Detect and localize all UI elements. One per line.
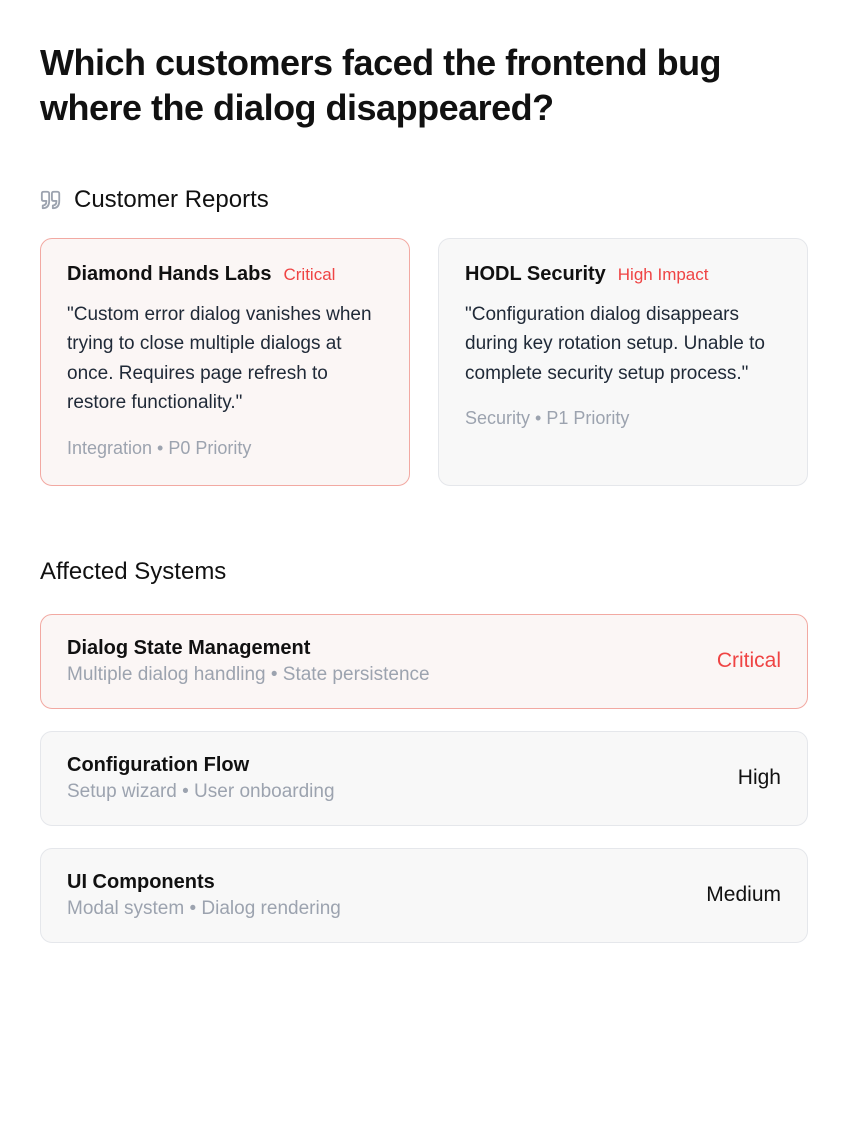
report-quote: "Custom error dialog vanishes when tryin… — [67, 300, 383, 418]
customer-report-card: Diamond Hands Labs Critical "Custom erro… — [40, 238, 410, 486]
report-quote: "Configuration dialog disappears during … — [465, 300, 781, 388]
system-sub: Modal system • Dialog rendering — [67, 898, 686, 920]
system-sub: Setup wizard • User onboarding — [67, 781, 718, 803]
customer-reports-grid: Diamond Hands Labs Critical "Custom erro… — [40, 238, 808, 486]
system-name: UI Components — [67, 871, 686, 894]
customer-name: HODL Security — [465, 263, 606, 286]
system-row: Configuration Flow Setup wizard • User o… — [40, 731, 808, 826]
page-title: Which customers faced the frontend bug w… — [40, 40, 808, 130]
system-row: UI Components Modal system • Dialog rend… — [40, 848, 808, 943]
report-meta: Security • P1 Priority — [465, 408, 781, 429]
customer-reports-header: Customer Reports — [40, 186, 808, 214]
system-severity: Critical — [717, 649, 781, 673]
severity-badge: High Impact — [618, 265, 709, 285]
customer-reports-title: Customer Reports — [74, 186, 269, 214]
card-header: HODL Security High Impact — [465, 263, 781, 286]
card-header: Diamond Hands Labs Critical — [67, 263, 383, 286]
system-name: Configuration Flow — [67, 754, 718, 777]
customer-name: Diamond Hands Labs — [67, 263, 271, 286]
system-row: Dialog State Management Multiple dialog … — [40, 614, 808, 709]
report-meta: Integration • P0 Priority — [67, 438, 383, 459]
system-severity: High — [738, 766, 781, 790]
system-name: Dialog State Management — [67, 637, 697, 660]
affected-systems-title: Affected Systems — [40, 558, 808, 586]
system-severity: Medium — [706, 883, 781, 907]
customer-report-card: HODL Security High Impact "Configuration… — [438, 238, 808, 486]
system-sub: Multiple dialog handling • State persist… — [67, 664, 697, 686]
severity-badge: Critical — [283, 265, 335, 285]
quote-icon — [40, 189, 62, 211]
affected-systems-list: Dialog State Management Multiple dialog … — [40, 614, 808, 943]
